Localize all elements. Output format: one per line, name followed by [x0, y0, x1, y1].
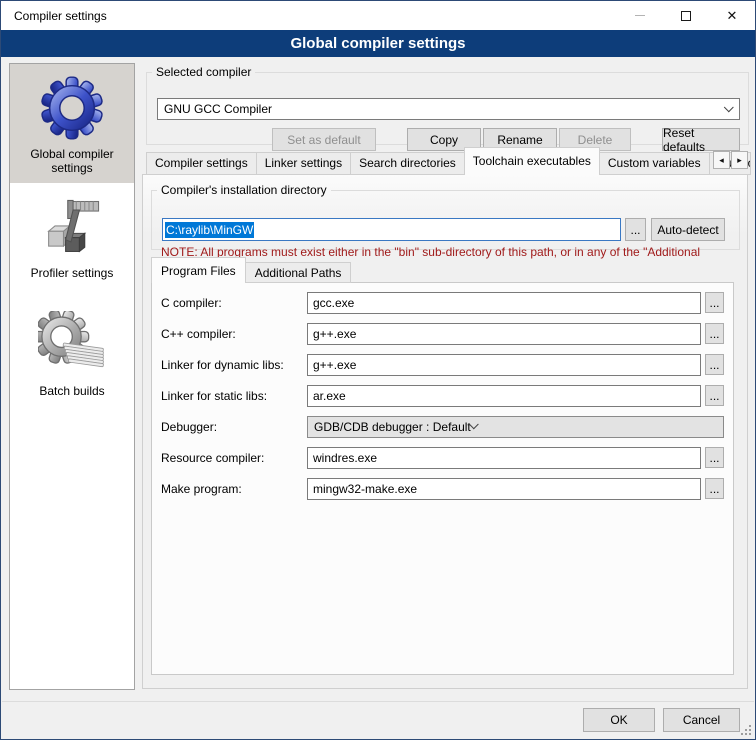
- field-label: Resource compiler:: [161, 451, 307, 465]
- field-label: Debugger:: [161, 420, 307, 434]
- compiler-settings-window: Compiler settings ✕ Global compiler sett…: [0, 0, 756, 740]
- field-row-dynamic-linker: Linker for dynamic libs: ...: [161, 353, 724, 376]
- sidebar-item-global-compiler-settings[interactable]: Global compiler settings: [10, 64, 134, 183]
- browse-c-compiler-button[interactable]: ...: [705, 292, 724, 313]
- tab-linker-settings[interactable]: Linker settings: [256, 152, 351, 175]
- close-button[interactable]: ✕: [709, 1, 755, 30]
- arrow-left-icon: ◂: [719, 155, 724, 166]
- debugger-select[interactable]: GDB/CDB debugger : Default: [307, 416, 724, 438]
- caption-buttons: ✕: [617, 1, 755, 30]
- blue-gear-icon: [38, 74, 106, 142]
- tab-scroll-left-button[interactable]: ◂: [713, 151, 730, 169]
- toolchain-executables-page: Compiler's installation directory C:\ray…: [142, 174, 748, 689]
- program-files-page: C compiler: ... C++ compiler: ... Linker…: [151, 282, 734, 675]
- dynamic-linker-input[interactable]: [307, 354, 701, 376]
- minimize-button[interactable]: [617, 1, 663, 30]
- footer-divider: [2, 701, 754, 702]
- tab-additional-paths[interactable]: Additional Paths: [245, 262, 352, 283]
- field-row-resource-compiler: Resource compiler: ...: [161, 446, 724, 469]
- c-compiler-input[interactable]: [307, 292, 701, 314]
- installation-directory-groupbox: Compiler's installation directory C:\ray…: [151, 183, 740, 250]
- gray-gear-stack-icon: [38, 311, 106, 379]
- tab-scroll-right-button[interactable]: ▸: [731, 151, 748, 169]
- installation-directory-legend: Compiler's installation directory: [157, 183, 331, 197]
- browse-static-linker-button[interactable]: ...: [705, 385, 724, 406]
- tab-toolchain-executables[interactable]: Toolchain executables: [464, 147, 600, 175]
- page-title: Global compiler settings: [1, 30, 755, 57]
- selected-text: C:\raylib\MinGW: [165, 222, 254, 238]
- ok-button[interactable]: OK: [583, 708, 655, 732]
- browse-dynamic-linker-button[interactable]: ...: [705, 354, 724, 375]
- field-label: Make program:: [161, 482, 307, 496]
- debugger-select-value: GDB/CDB debugger : Default: [314, 420, 471, 434]
- cpp-compiler-input[interactable]: [307, 323, 701, 345]
- sidebar-item-label: Batch builds: [20, 384, 124, 398]
- installation-directory-input[interactable]: C:\raylib\MinGW: [162, 218, 621, 241]
- tab-scroll-buttons: ◂ ▸: [712, 151, 748, 169]
- field-row-static-linker: Linker for static libs: ...: [161, 384, 724, 407]
- window-title: Compiler settings: [1, 9, 107, 23]
- compiler-select[interactable]: GNU GCC Compiler: [157, 98, 740, 120]
- browse-directory-button[interactable]: ...: [625, 218, 646, 241]
- static-linker-input[interactable]: [307, 385, 701, 407]
- maximize-button[interactable]: [663, 1, 709, 30]
- minimize-icon: [635, 15, 645, 16]
- field-row-make-program: Make program: ...: [161, 477, 724, 500]
- field-row-c-compiler: C compiler: ...: [161, 291, 724, 314]
- field-label: C++ compiler:: [161, 327, 307, 341]
- make-program-input[interactable]: [307, 478, 701, 500]
- browse-resource-compiler-button[interactable]: ...: [705, 447, 724, 468]
- browse-make-program-button[interactable]: ...: [705, 478, 724, 499]
- field-label: C compiler:: [161, 296, 307, 310]
- tab-custom-variables[interactable]: Custom variables: [599, 152, 710, 175]
- caliper-icon: [38, 193, 106, 261]
- maximize-icon: [681, 11, 691, 21]
- cancel-button[interactable]: Cancel: [663, 708, 740, 732]
- settings-tabbar: Compiler settings Linker settings Search…: [146, 147, 751, 175]
- field-label: Linker for dynamic libs:: [161, 358, 307, 372]
- settings-category-list: Global compiler settings Profiler settin…: [9, 63, 135, 690]
- sidebar-item-label: Profiler settings: [20, 266, 124, 280]
- auto-detect-button[interactable]: Auto-detect: [651, 218, 725, 241]
- field-label: Linker for static libs:: [161, 389, 307, 403]
- sidebar-item-batch-builds[interactable]: Batch builds: [10, 301, 134, 419]
- tab-search-directories[interactable]: Search directories: [350, 152, 465, 175]
- sidebar-item-label: Global compiler settings: [20, 147, 124, 175]
- compiler-select-value: GNU GCC Compiler: [164, 102, 726, 116]
- resource-compiler-input[interactable]: [307, 447, 701, 469]
- sidebar-item-profiler-settings[interactable]: Profiler settings: [10, 183, 134, 301]
- arrow-right-icon: ▸: [737, 155, 742, 166]
- field-row-cpp-compiler: C++ compiler: ...: [161, 322, 724, 345]
- selected-compiler-legend: Selected compiler: [152, 65, 255, 79]
- close-icon: ✕: [727, 9, 738, 22]
- tab-program-files[interactable]: Program Files: [151, 257, 246, 283]
- selected-compiler-groupbox: Selected compiler GNU GCC Compiler Set a…: [146, 65, 749, 145]
- browse-cpp-compiler-button[interactable]: ...: [705, 323, 724, 344]
- program-files-tabbar: Program Files Additional Paths: [151, 257, 351, 283]
- resize-grip-icon[interactable]: [741, 733, 743, 735]
- tab-compiler-settings[interactable]: Compiler settings: [146, 152, 257, 175]
- field-row-debugger: Debugger: GDB/CDB debugger : Default: [161, 415, 724, 438]
